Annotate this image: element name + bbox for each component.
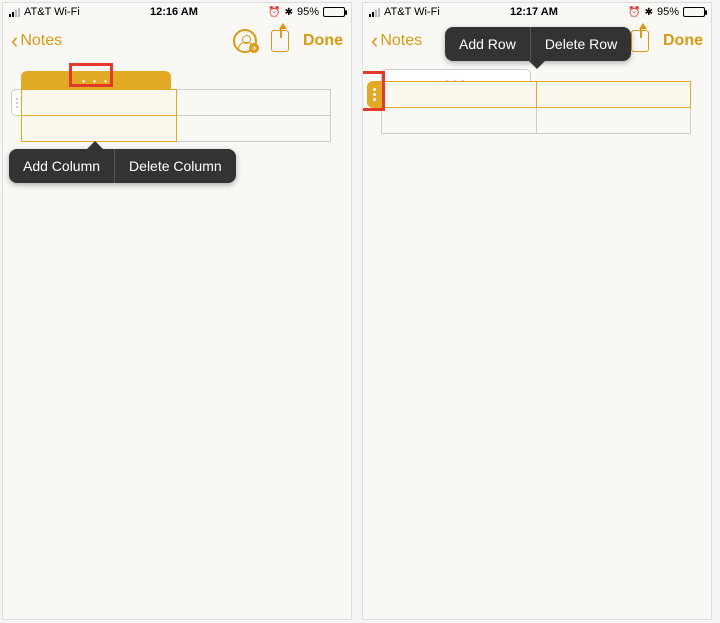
- table-row: [22, 90, 331, 116]
- bluetooth-icon: [285, 6, 293, 18]
- battery-icon: [683, 7, 705, 17]
- done-button[interactable]: Done: [663, 32, 703, 50]
- context-menu: Add Row Delete Row: [445, 27, 631, 61]
- back-label: Notes: [20, 32, 62, 50]
- share-icon[interactable]: [271, 30, 289, 52]
- status-bar: AT&T Wi-Fi 12:16 AM 95%: [3, 3, 351, 21]
- table-row: [22, 116, 331, 142]
- bluetooth-icon: [645, 6, 653, 18]
- delete-row-button[interactable]: Delete Row: [530, 27, 631, 61]
- column-drag-handle[interactable]: [381, 69, 531, 81]
- nav-bar: ‹ Notes + Done: [3, 21, 351, 61]
- battery-pct-label: 95%: [297, 6, 319, 18]
- alarm-icon: [268, 6, 280, 18]
- add-person-icon[interactable]: +: [233, 29, 257, 53]
- table-row: [382, 82, 691, 108]
- done-button[interactable]: Done: [303, 32, 343, 50]
- back-button[interactable]: ‹ Notes: [371, 30, 422, 52]
- battery-pct-label: 95%: [657, 6, 679, 18]
- add-column-button[interactable]: Add Column: [9, 149, 114, 183]
- column-drag-handle[interactable]: [21, 71, 171, 89]
- battery-icon: [323, 7, 345, 17]
- carrier-label: AT&T Wi-Fi: [384, 6, 440, 18]
- note-table[interactable]: [381, 81, 691, 134]
- row-drag-handle[interactable]: [11, 89, 21, 116]
- chevron-left-icon: ‹: [11, 30, 18, 52]
- signal-icon: [9, 8, 20, 17]
- signal-icon: [369, 8, 380, 17]
- chevron-left-icon: ‹: [371, 30, 378, 52]
- phone-right: AT&T Wi-Fi 12:17 AM 95% ‹ Notes + Done: [362, 2, 712, 620]
- clock-label: 12:16 AM: [80, 6, 268, 18]
- context-menu: Add Column Delete Column: [9, 149, 236, 183]
- row-drag-handle[interactable]: [367, 81, 381, 108]
- phone-left: AT&T Wi-Fi 12:16 AM 95% ‹ Notes + Done: [2, 2, 352, 620]
- status-bar: AT&T Wi-Fi 12:17 AM 95%: [363, 3, 711, 21]
- table-row: [382, 108, 691, 134]
- add-row-button[interactable]: Add Row: [445, 27, 530, 61]
- note-table[interactable]: [21, 89, 331, 142]
- side-by-side-container: AT&T Wi-Fi 12:16 AM 95% ‹ Notes + Done: [0, 0, 720, 623]
- clock-label: 12:17 AM: [440, 6, 628, 18]
- share-icon[interactable]: [631, 30, 649, 52]
- back-button[interactable]: ‹ Notes: [11, 30, 62, 52]
- back-label: Notes: [380, 32, 422, 50]
- delete-column-button[interactable]: Delete Column: [114, 149, 236, 183]
- alarm-icon: [628, 6, 640, 18]
- carrier-label: AT&T Wi-Fi: [24, 6, 80, 18]
